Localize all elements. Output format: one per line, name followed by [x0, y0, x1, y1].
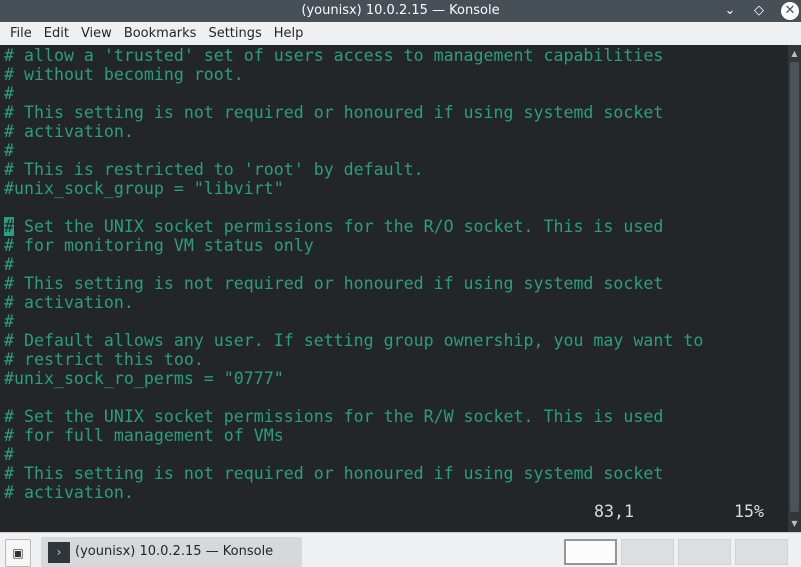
terminal-line: # activation.	[4, 293, 134, 312]
terminal-line: #	[4, 84, 14, 103]
terminal-line: # Set the UNIX socket permissions for th…	[4, 407, 664, 426]
terminal-line: # without becoming root.	[4, 65, 244, 84]
terminal-line: # restrict this too.	[4, 350, 204, 369]
cursor-position: 83,1	[594, 502, 634, 521]
task-label: (younisx) 10.0.2.15 — Konsole	[75, 544, 274, 559]
terminal-line: # activation.	[4, 122, 134, 141]
terminal-line: #	[4, 255, 14, 274]
scrollbar-thumb[interactable]	[790, 62, 799, 512]
window-title: (younisx) 10.0.2.15 — Konsole	[301, 3, 500, 18]
close-icon[interactable]: ✕	[781, 2, 799, 20]
title-bar: (younisx) 10.0.2.15 — Konsole ⌄ ◇ ✕	[0, 0, 801, 22]
terminal-line: # Set the UNIX socket permissions for th…	[4, 217, 664, 236]
virtual-desktop-1[interactable]	[564, 539, 617, 565]
virtual-desktop-2[interactable]	[621, 539, 674, 565]
terminal-line: # This is restricted to 'root' by defaul…	[4, 160, 424, 179]
menu-file[interactable]: File	[4, 26, 38, 41]
terminal-line: #unix_sock_group = "libvirt"	[4, 179, 284, 198]
virtual-desktop-3[interactable]	[678, 539, 731, 565]
show-desktop-icon[interactable]: ▣	[5, 539, 31, 567]
taskbar: ▣ › (younisx) 10.0.2.15 — Konsole	[0, 532, 801, 567]
menu-bookmarks[interactable]: Bookmarks	[118, 26, 203, 41]
virtual-desktop-4[interactable]	[735, 539, 788, 565]
terminal-line: # Default allows any user. If setting gr…	[4, 331, 704, 350]
terminal-output[interactable]: # allow a 'trusted' set of users access …	[0, 45, 788, 501]
terminal-line: # activation.	[4, 483, 134, 501]
menu-settings[interactable]: Settings	[202, 26, 267, 41]
menu-edit[interactable]: Edit	[38, 26, 75, 41]
terminal-line: # This setting is not required or honour…	[4, 464, 664, 483]
konsole-icon: ›	[48, 542, 70, 563]
terminal-line: # for full management of VMs	[4, 426, 284, 445]
menu-view[interactable]: View	[75, 26, 118, 41]
scroll-down-arrow-icon[interactable]: ▼	[788, 518, 801, 530]
scroll-percent: 15%	[734, 502, 764, 521]
text-cursor: #	[4, 217, 14, 236]
scroll-up-arrow-icon[interactable]: ▲	[788, 48, 801, 60]
terminal-line: #	[4, 312, 14, 331]
terminal-line: #	[4, 445, 14, 464]
terminal-line: # allow a 'trusted' set of users access …	[4, 46, 664, 65]
terminal-line: # for monitoring VM status only	[4, 236, 314, 255]
terminal-line: # This setting is not required or honour…	[4, 274, 664, 293]
terminal-line: # This setting is not required or honour…	[4, 103, 664, 122]
maximize-diamond-icon[interactable]: ◇	[750, 2, 768, 20]
terminal-line: #	[4, 141, 14, 160]
menu-bar: File Edit View Bookmarks Settings Help	[0, 22, 801, 45]
menu-help[interactable]: Help	[268, 26, 310, 41]
terminal-line: #unix_sock_ro_perms = "0777"	[4, 369, 284, 388]
scrollbar[interactable]: ▲ ▼	[788, 45, 801, 532]
minimize-chevron-icon[interactable]: ⌄	[721, 2, 739, 20]
task-konsole[interactable]: › (younisx) 10.0.2.15 — Konsole	[41, 537, 302, 567]
vim-status-line: 83,1 15%	[0, 501, 788, 532]
